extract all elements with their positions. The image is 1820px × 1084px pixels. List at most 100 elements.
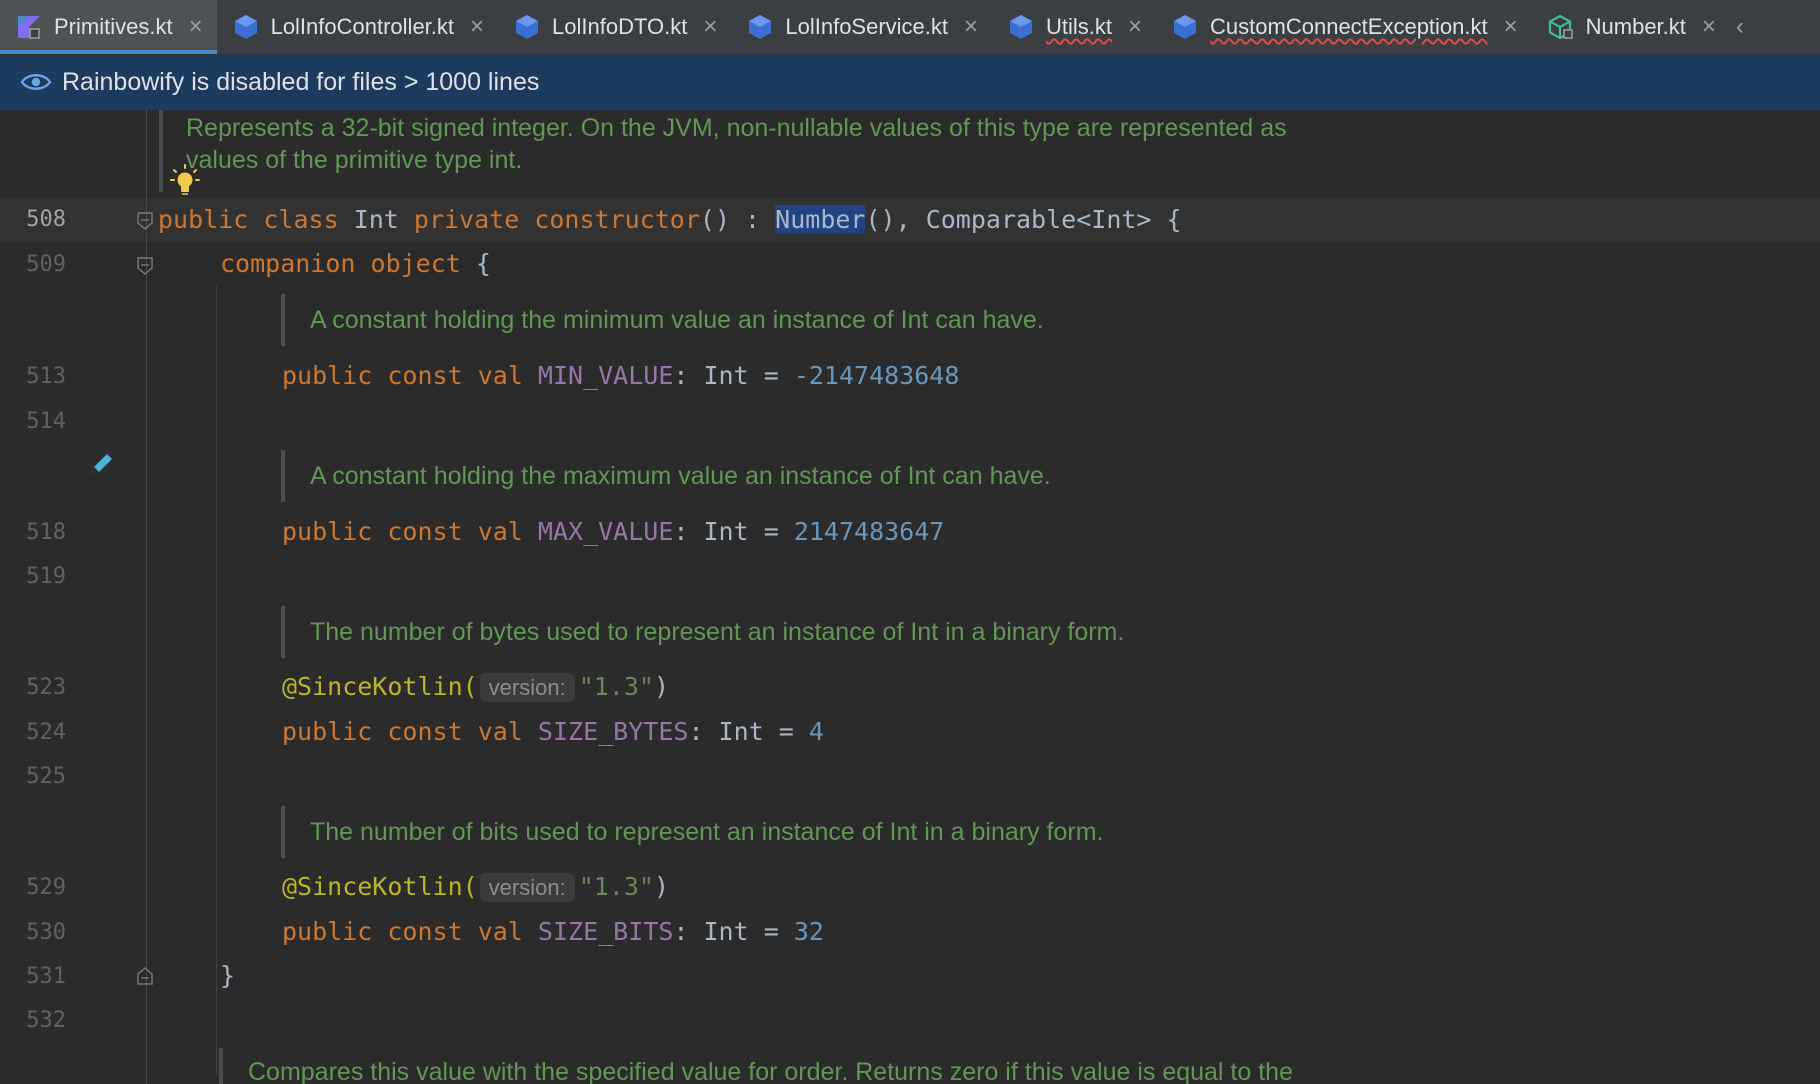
keyword: public	[158, 205, 249, 234]
doc-comment-bar	[219, 1048, 223, 1084]
close-tab-icon[interactable]: ×	[964, 15, 978, 39]
annotation: @SinceKotlin(	[282, 872, 478, 901]
indent-guide	[216, 286, 217, 1076]
keyword: val	[477, 717, 523, 746]
doc-comment-bar	[281, 294, 285, 346]
editor-tab-bar: Primitives.kt × LolInfoController.kt × L…	[0, 0, 1820, 55]
type-text: : Int =	[673, 517, 794, 546]
string-literal: "1.3"	[578, 672, 654, 701]
tab-lolinfocontroller-kt[interactable]: LolInfoController.kt ×	[217, 0, 498, 54]
code-line-509[interactable]: companion object {	[220, 246, 491, 282]
close-tab-icon[interactable]: ×	[1702, 15, 1716, 39]
type-text: : Int =	[688, 717, 809, 746]
keyword: constructor	[534, 205, 700, 234]
code-line-531[interactable]: }	[220, 958, 235, 994]
tab-lolinfoservice-kt[interactable]: LolInfoService.kt ×	[731, 0, 992, 54]
tab-label: CustomConnectException.kt	[1210, 14, 1488, 39]
code-line-523[interactable]: @SinceKotlin(version: "1.3")	[282, 669, 669, 705]
class-icon	[1010, 15, 1033, 39]
type-text: : Int =	[673, 917, 794, 946]
constant-name: SIZE_BYTES	[537, 717, 689, 746]
fold-collapse-icon[interactable]	[137, 212, 153, 230]
close-tab-icon[interactable]: ×	[1504, 15, 1518, 39]
close-tab-icon[interactable]: ×	[470, 15, 484, 39]
identifier: Int	[338, 205, 414, 234]
keyword: companion	[220, 249, 356, 278]
tab-label: LolInfoDTO.kt	[552, 14, 688, 39]
tab-number-kt[interactable]: Number.kt ×	[1532, 0, 1730, 54]
keyword: const	[387, 717, 463, 746]
keyword: public	[282, 717, 373, 746]
doc-comment-bar	[281, 450, 285, 502]
doc-comment-text: values of the primitive type int.	[186, 146, 523, 174]
identifier: Comparable<Int> {	[925, 205, 1182, 234]
line-number: 524	[26, 720, 66, 745]
banner-text: Rainbowify is disabled for files > 1000 …	[62, 67, 540, 96]
fold-collapse-icon[interactable]	[137, 257, 153, 275]
punctuation: )	[653, 672, 670, 701]
code-line-513[interactable]: public const val MIN_VALUE: Int = -21474…	[282, 358, 959, 394]
fold-end-icon[interactable]	[137, 967, 153, 985]
keyword: private	[413, 205, 520, 234]
tab-utils-kt[interactable]: Utils.kt ×	[992, 0, 1156, 54]
tab-customconnectexception-kt[interactable]: CustomConnectException.kt ×	[1156, 0, 1532, 54]
abstract-class-icon	[1548, 14, 1573, 40]
eye-icon	[20, 74, 52, 90]
edit-pencil-icon[interactable]	[89, 451, 115, 477]
punctuation: )	[653, 872, 670, 901]
code-line-508[interactable]: public class Int private constructor() :…	[158, 202, 1182, 238]
line-number: 525	[26, 764, 66, 789]
tab-label: LolInfoService.kt	[785, 14, 949, 39]
parameter-hint: version:	[479, 873, 575, 902]
line-number: 508	[26, 207, 66, 232]
line-number: 509	[26, 252, 66, 277]
constant-name: MIN_VALUE	[537, 361, 674, 390]
numeric-literal: -2147483648	[793, 361, 960, 390]
doc-comment-bar	[281, 806, 285, 858]
constant-name: MAX_VALUE	[537, 517, 674, 546]
doc-comment-text: Compares this value with the specified v…	[248, 1058, 1293, 1084]
doc-comment-text: The number of bytes used to represent an…	[310, 618, 1125, 646]
class-icon	[516, 15, 539, 39]
doc-comment-text: The number of bits used to represent an …	[310, 818, 1104, 846]
kotlin-file-icon	[18, 16, 40, 39]
class-icon	[749, 15, 772, 39]
doc-comment-bar	[159, 110, 163, 192]
numeric-literal: 4	[808, 717, 824, 746]
doc-comment-text: A constant holding the maximum value an …	[310, 462, 1051, 490]
annotation: @SinceKotlin(	[282, 672, 478, 701]
string-literal: "1.3"	[578, 872, 654, 901]
tab-label: Primitives.kt	[54, 14, 173, 39]
close-tab-icon[interactable]: ×	[189, 15, 203, 39]
line-number: 519	[26, 564, 66, 589]
code-line-524[interactable]: public const val SIZE_BYTES: Int = 4	[282, 714, 824, 750]
keyword: public	[282, 517, 373, 546]
doc-comment-text: A constant holding the minimum value an …	[310, 306, 1044, 334]
punctuation: (),	[865, 205, 926, 234]
close-tab-icon[interactable]: ×	[703, 15, 717, 39]
code-editor[interactable]: 508 509 513 514 518 519 523 524 525 529 …	[0, 110, 1820, 1084]
keyword: const	[387, 917, 463, 946]
tab-lolinfodto-kt[interactable]: LolInfoDTO.kt ×	[498, 0, 731, 54]
tab-label: Utils.kt	[1046, 14, 1113, 39]
code-line-529[interactable]: @SinceKotlin(version: "1.3")	[282, 869, 669, 905]
tab-scroll-left-icon[interactable]: ‹	[1730, 0, 1744, 54]
line-number: 530	[26, 920, 66, 945]
code-line-530[interactable]: public const val SIZE_BITS: Int = 32	[282, 914, 824, 950]
tab-label: Number.kt	[1585, 14, 1686, 39]
keyword: class	[263, 205, 339, 234]
closing-brace: }	[220, 961, 236, 990]
line-number: 514	[26, 409, 66, 434]
punctuation: () :	[699, 205, 776, 234]
punctuation: {	[460, 249, 491, 278]
class-icon	[234, 15, 257, 39]
code-line-518[interactable]: public const val MAX_VALUE: Int = 214748…	[282, 514, 944, 550]
numeric-literal: 2147483647	[793, 517, 945, 546]
tab-primitives-kt[interactable]: Primitives.kt ×	[0, 0, 217, 54]
line-number: 513	[26, 364, 66, 389]
close-tab-icon[interactable]: ×	[1128, 15, 1142, 39]
constant-name: SIZE_BITS	[537, 917, 674, 946]
line-number: 532	[26, 1008, 66, 1033]
rainbowify-notice-banner: Rainbowify is disabled for files > 1000 …	[0, 55, 1820, 110]
tab-label: LolInfoController.kt	[270, 14, 455, 39]
